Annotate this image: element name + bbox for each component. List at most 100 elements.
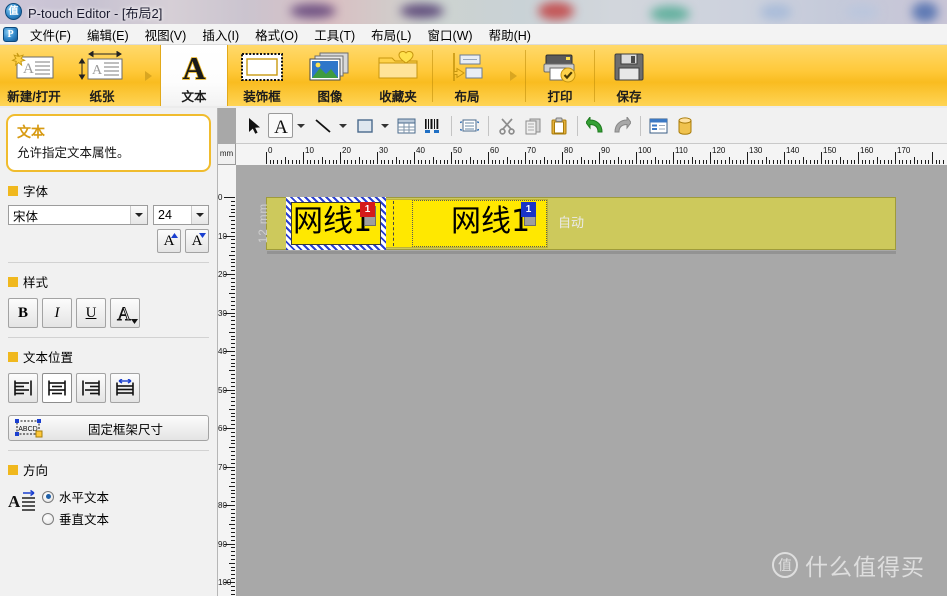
- properties-button[interactable]: [646, 113, 671, 138]
- font-family-select[interactable]: 宋体: [8, 205, 148, 226]
- ribbon-label-layout: 布局: [454, 90, 480, 104]
- ruler-tick: [639, 160, 641, 164]
- ruler-tick: [876, 157, 878, 164]
- menu-insert[interactable]: 插入(I): [194, 23, 247, 46]
- select-arrow-tool[interactable]: [242, 113, 267, 138]
- database-connect-tool[interactable]: [457, 113, 482, 138]
- ruler-tick: [532, 160, 534, 164]
- ribbon-toolbar: A 新建/打开 A 纸张 A 文本 装饰框 图像 收藏夹 布局 打印 保存: [0, 45, 947, 108]
- ruler-tick: [410, 160, 412, 164]
- vertical-ruler[interactable]: 0 10 20 30 40 50 60 70 80 90 100: [218, 165, 237, 596]
- ribbon-button-image[interactable]: 图像: [296, 45, 364, 107]
- paste-button[interactable]: [546, 113, 571, 138]
- toolbar-divider-3: [577, 115, 578, 136]
- menu-window[interactable]: 窗口(W): [419, 23, 480, 46]
- label-canvas[interactable]: 12 mm 网线1 1 网线1 1 自动: [236, 165, 947, 596]
- ruler-tick: [480, 160, 482, 164]
- ribbon-button-favorites[interactable]: 收藏夹: [364, 45, 432, 107]
- clipboard-icon: [551, 117, 566, 134]
- toolbar-divider-1: [451, 115, 452, 136]
- ribbon-scroll-right-arrow[interactable]: [501, 45, 525, 107]
- align-right-button[interactable]: [76, 373, 106, 404]
- line-tool-dropdown[interactable]: [336, 114, 349, 137]
- menu-tools[interactable]: 工具(T): [306, 23, 363, 46]
- italic-button[interactable]: I: [42, 298, 72, 329]
- ruler-tick: [231, 443, 235, 445]
- ruler-tick: [691, 157, 693, 164]
- line-tool[interactable]: [310, 113, 335, 138]
- radio-vertical-text[interactable]: 垂直文本: [42, 509, 109, 528]
- redo-button[interactable]: [609, 113, 634, 138]
- rectangle-tool-dropdown[interactable]: [378, 114, 391, 137]
- ribbon-button-print[interactable]: 打印: [526, 45, 594, 107]
- ruler-tick: [787, 160, 789, 164]
- menu-file[interactable]: 文件(F): [22, 23, 79, 46]
- ribbon-button-save[interactable]: 保存: [595, 45, 663, 107]
- align-left-icon: [14, 380, 32, 396]
- bold-button[interactable]: B: [8, 298, 38, 329]
- cut-button[interactable]: [494, 113, 519, 138]
- menu-help[interactable]: 帮助(H): [481, 23, 539, 46]
- ribbon-label-frame: 装饰框: [243, 90, 281, 104]
- menu-format[interactable]: 格式(O): [247, 23, 306, 46]
- ruler-tick: [661, 160, 663, 164]
- image-icon: [308, 49, 352, 85]
- ruler-tick: [231, 589, 235, 591]
- increase-font-size-button[interactable]: A: [157, 229, 181, 254]
- ruler-tick: [231, 227, 235, 229]
- ruler-tick: [380, 160, 382, 164]
- fixed-frame-size-button[interactable]: ABCD 固定框架尺寸: [8, 415, 209, 442]
- radio-horizontal-text[interactable]: 水平文本: [42, 487, 109, 506]
- ribbon-button-text[interactable]: A 文本: [160, 45, 228, 107]
- ruler-tick: [798, 160, 800, 164]
- copy-button[interactable]: [520, 113, 545, 138]
- ribbon-button-frame[interactable]: 装饰框: [228, 45, 296, 107]
- align-justify-button[interactable]: [110, 373, 140, 404]
- ruler-tick: [231, 208, 235, 210]
- decrease-font-size-button[interactable]: A: [185, 229, 209, 254]
- ruler-tick: [303, 152, 304, 164]
- toolbar-divider-2: [488, 115, 489, 136]
- ruler-label: 0: [268, 146, 273, 155]
- ruler-tick: [229, 293, 235, 295]
- ruler-tick: [231, 204, 235, 206]
- ruler-tick: [231, 474, 235, 476]
- font-size-select[interactable]: 24: [153, 205, 209, 226]
- ruler-tick: [231, 404, 235, 406]
- ruler-tick: [824, 160, 826, 164]
- tape-width-label: 12 mm: [258, 202, 270, 244]
- ruler-unit-label: mm: [218, 144, 236, 165]
- ruler-tick: [735, 160, 737, 164]
- align-left-button[interactable]: [8, 373, 38, 404]
- text-tool[interactable]: A: [268, 113, 293, 138]
- ruler-label: 70: [218, 462, 227, 472]
- ribbon-label-favorites: 收藏夹: [379, 90, 417, 104]
- ruler-label: 20: [218, 270, 227, 279]
- section-label-direction: 方向: [23, 464, 49, 479]
- ruler-tick: [895, 152, 896, 164]
- ruler-tick: [917, 160, 919, 164]
- ruler-label: 130: [749, 146, 763, 155]
- ribbon-button-paper[interactable]: A 纸张: [68, 45, 136, 107]
- menu-layout[interactable]: 布局(L): [363, 23, 419, 46]
- ruler-tick: [231, 454, 235, 456]
- menu-view[interactable]: 视图(V): [137, 23, 195, 46]
- text-object-2-text[interactable]: 网线1: [451, 207, 530, 237]
- ribbon-scroll-left-arrow[interactable]: [136, 45, 160, 107]
- menu-edit[interactable]: 编辑(E): [79, 23, 137, 46]
- bold-label: B: [17, 304, 28, 321]
- rectangle-tool[interactable]: [352, 113, 377, 138]
- underline-button[interactable]: U: [76, 298, 106, 329]
- database-button[interactable]: [672, 113, 697, 138]
- ribbon-button-layout[interactable]: 布局: [433, 45, 501, 107]
- text-tool-dropdown[interactable]: [294, 114, 307, 137]
- text-outline-button[interactable]: A: [110, 298, 140, 329]
- horizontal-ruler[interactable]: 0 10 20 30 40 50 60 70 80 90 100 110 120 130 140 150 160…: [236, 144, 947, 166]
- ribbon-button-new-open[interactable]: A 新建/打开: [0, 45, 68, 107]
- ruler-label: 40: [416, 146, 425, 155]
- undo-button[interactable]: [583, 113, 608, 138]
- ruler-label: 50: [453, 146, 462, 155]
- table-tool[interactable]: [394, 113, 419, 138]
- align-center-button[interactable]: [42, 373, 72, 404]
- barcode-tool[interactable]: [420, 113, 445, 138]
